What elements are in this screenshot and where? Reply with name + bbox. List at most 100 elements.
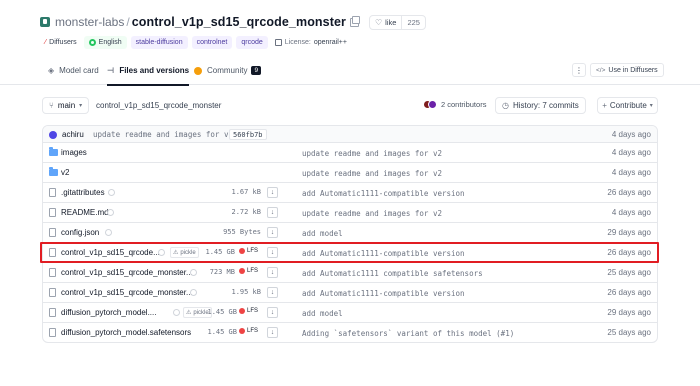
download-icon[interactable]: ↓ bbox=[267, 247, 278, 258]
file-name-link[interactable]: diffusion_pytorch_model.... bbox=[61, 308, 156, 317]
lfs-badge: LFS bbox=[239, 268, 258, 274]
license-tag[interactable]: License: openrail++ bbox=[272, 36, 350, 49]
file-icon bbox=[49, 268, 56, 277]
pickle-icon: ⚠ bbox=[186, 310, 192, 316]
security-scan-icon[interactable] bbox=[105, 229, 112, 236]
pickle-icon: ⚠ bbox=[173, 250, 179, 256]
download-icon[interactable]: ↓ bbox=[267, 287, 278, 298]
pickle-badge[interactable]: ⚠ pickle bbox=[170, 247, 199, 258]
file-size: 1.45 GB bbox=[207, 328, 237, 336]
table-row[interactable]: README.md 2.72 kB ↓ update readme and im… bbox=[43, 203, 657, 223]
file-date: 29 days ago bbox=[607, 228, 651, 237]
file-name-link[interactable]: control_v1p_sd15_qrcode_monster... bbox=[61, 268, 193, 277]
contribute-button[interactable]: + Contribute ▾ bbox=[597, 97, 658, 114]
lfs-icon bbox=[239, 308, 245, 314]
tag-qrcode[interactable]: qrcode bbox=[236, 35, 268, 49]
more-options-button[interactable]: ⋮ bbox=[572, 63, 586, 77]
file-commit-message[interactable]: update readme and images for v2 bbox=[302, 149, 442, 158]
commit-hash[interactable]: 560fb7b bbox=[229, 129, 267, 140]
copy-icon[interactable] bbox=[350, 15, 360, 27]
security-scan-icon[interactable] bbox=[190, 269, 197, 276]
repo-name-link[interactable]: control_v1p_sd15_qrcode_monster bbox=[132, 15, 346, 29]
download-icon[interactable]: ↓ bbox=[267, 207, 278, 218]
file-commit-message[interactable]: add Automatic1111-compatible version bbox=[302, 289, 465, 298]
file-icon bbox=[49, 308, 56, 317]
org-logo-icon[interactable] bbox=[40, 17, 50, 27]
tab-community[interactable]: Community 9 bbox=[194, 56, 262, 85]
file-date: 4 days ago bbox=[611, 208, 651, 217]
tag-english[interactable]: English bbox=[83, 35, 127, 49]
table-row[interactable]: images update readme and images for v2 4… bbox=[43, 143, 657, 163]
model-card-icon: ◈ bbox=[48, 66, 55, 75]
security-scan-icon[interactable] bbox=[173, 309, 180, 316]
file-commit-message[interactable]: update readme and images for v2 bbox=[302, 169, 442, 178]
security-scan-icon[interactable] bbox=[158, 249, 165, 256]
file-name-link[interactable]: diffusion_pytorch_model.safetensors bbox=[61, 328, 191, 337]
file-icon bbox=[49, 288, 56, 297]
table-row[interactable]: .gitattributes 1.67 kB ↓ add Automatic11… bbox=[43, 183, 657, 203]
download-icon[interactable]: ↓ bbox=[267, 267, 278, 278]
file-date: 26 days ago bbox=[607, 288, 651, 297]
security-scan-icon[interactable] bbox=[190, 289, 197, 296]
table-row[interactable]: control_v1p_sd15_qrcode_monster... 1.95 … bbox=[43, 283, 657, 303]
path-separator: / bbox=[126, 15, 130, 29]
like-button[interactable]: ♡ like 225 bbox=[369, 14, 426, 30]
file-size: 1.45 GB bbox=[207, 308, 237, 316]
table-row[interactable]: v2 update readme and images for v2 4 day… bbox=[43, 163, 657, 183]
commit-date: 4 days ago bbox=[611, 130, 651, 139]
download-icon[interactable]: ↓ bbox=[267, 187, 278, 198]
file-date: 4 days ago bbox=[611, 168, 651, 177]
history-icon: ◷ bbox=[502, 101, 509, 110]
use-in-diffusers-button[interactable]: </> Use in Diffusers bbox=[590, 63, 664, 77]
file-size: 1.67 kB bbox=[231, 188, 261, 196]
contributors-link[interactable]: 2 contributors bbox=[423, 100, 486, 109]
tag-stable-diffusion[interactable]: stable-diffusion bbox=[130, 35, 188, 49]
lfs-badge: LFS bbox=[239, 328, 258, 334]
commit-author[interactable]: achiru bbox=[62, 130, 84, 139]
file-date: 25 days ago bbox=[607, 268, 651, 277]
tag-controlnet[interactable]: controlnet bbox=[191, 35, 233, 49]
download-icon[interactable]: ↓ bbox=[267, 307, 278, 318]
folder-name-link[interactable]: images bbox=[61, 148, 87, 157]
file-icon bbox=[49, 188, 56, 197]
avatar bbox=[49, 131, 57, 139]
table-row[interactable]: control_v1p_sd15_qrcode_monster... 723 M… bbox=[43, 263, 657, 283]
file-commit-message[interactable]: add model bbox=[302, 229, 343, 238]
file-commit-message[interactable]: add Automatic1111-compatible version bbox=[302, 249, 465, 258]
tab-model-card[interactable]: ◈ Model card bbox=[48, 56, 99, 85]
branch-selector[interactable]: ⑂ main ▾ bbox=[42, 97, 90, 114]
download-icon[interactable]: ↓ bbox=[267, 227, 278, 238]
file-commit-message[interactable]: add Automatic1111 compatible safetensors bbox=[302, 269, 483, 278]
download-icon[interactable]: ↓ bbox=[267, 327, 278, 338]
org-name-link[interactable]: monster-labs bbox=[55, 15, 124, 29]
file-name-link[interactable]: control_v1p_sd15_qrcode_monster... bbox=[61, 288, 193, 297]
commit-message[interactable]: update readme and images for v2 bbox=[93, 130, 233, 139]
tag-diffusers[interactable]: ⁄ Diffusers bbox=[42, 36, 80, 49]
security-scan-icon[interactable] bbox=[108, 189, 115, 196]
file-list: achiru update readme and images for v2 5… bbox=[42, 125, 658, 343]
tab-files-and-versions[interactable]: ⊣ Files and versions bbox=[107, 56, 190, 86]
history-button[interactable]: ◷ History: 7 commits bbox=[495, 97, 586, 114]
file-name-link[interactable]: control_v1p_sd15_qrcode... bbox=[61, 248, 160, 257]
branch-icon: ⑂ bbox=[49, 101, 54, 110]
file-commit-message[interactable]: Adding `safetensors` variant of this mod… bbox=[302, 329, 514, 338]
like-count[interactable]: 225 bbox=[401, 15, 425, 29]
file-commit-message[interactable]: add Automatic1111-compatible version bbox=[302, 189, 465, 198]
table-row[interactable]: diffusion_pytorch_model.... ⚠ pickle 1.4… bbox=[43, 303, 657, 323]
table-row[interactable]: control_v1p_sd15_qrcode... ⚠ pickle 1.45… bbox=[43, 243, 657, 263]
table-row[interactable]: diffusion_pytorch_model.safetensors 1.45… bbox=[43, 323, 657, 342]
repo-tabs: ◈ Model card ⊣ Files and versions Commun… bbox=[0, 56, 700, 86]
file-name-link[interactable]: .gitattributes bbox=[61, 188, 105, 197]
file-commit-message[interactable]: add model bbox=[302, 309, 343, 318]
table-row[interactable]: config.json 955 Bytes ↓ add model 29 day… bbox=[43, 223, 657, 243]
folder-name-link[interactable]: v2 bbox=[61, 168, 69, 177]
file-icon bbox=[49, 228, 56, 237]
folder-icon bbox=[49, 167, 58, 176]
file-name-link[interactable]: config.json bbox=[61, 228, 99, 237]
security-scan-icon[interactable] bbox=[107, 209, 114, 216]
breadcrumb[interactable]: control_v1p_sd15_qrcode_monster bbox=[96, 101, 221, 110]
file-name-link[interactable]: README.md bbox=[61, 208, 109, 217]
file-commit-message[interactable]: update readme and images for v2 bbox=[302, 209, 442, 218]
heart-icon: ♡ bbox=[375, 17, 383, 27]
license-icon bbox=[274, 38, 282, 46]
